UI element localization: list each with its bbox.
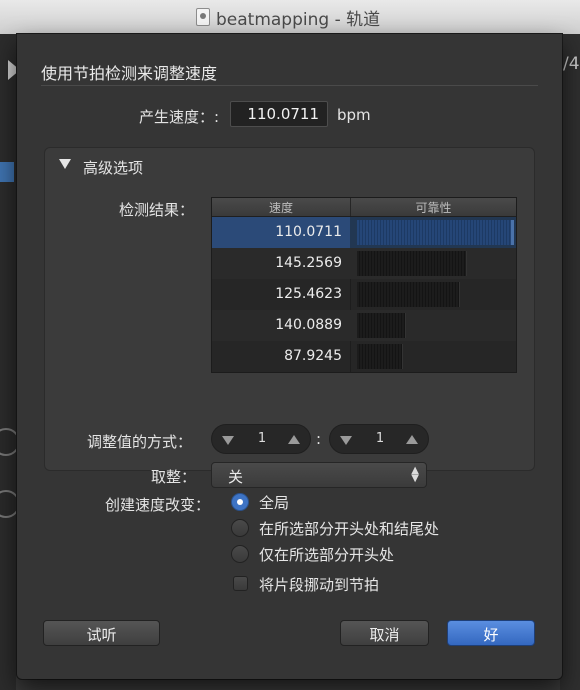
confidence-bar <box>357 313 406 338</box>
background-track-marker <box>0 162 14 182</box>
table-row[interactable]: 125.4623 <box>212 279 516 310</box>
increment-icon[interactable] <box>406 435 418 444</box>
rounding-value: 关 <box>228 468 244 486</box>
column-header-tempo[interactable]: 速度 <box>212 199 350 216</box>
table-row[interactable]: 140.0889 <box>212 310 516 341</box>
cancel-button[interactable]: 取消 <box>340 620 429 646</box>
decrement-icon[interactable] <box>222 436 234 445</box>
create-tempo-change-label: 创建速度改变： <box>105 496 211 514</box>
ratio-stepper-right[interactable]: 1 <box>329 424 429 454</box>
listen-button[interactable]: 试听 <box>43 620 160 646</box>
adjust-method-label: 调整值的方式： <box>87 433 193 451</box>
tempo-cell: 145.2569 <box>275 255 342 271</box>
tempo-cell: 125.4623 <box>275 286 342 302</box>
tempo-cell: 140.0889 <box>275 317 342 333</box>
confidence-bar <box>357 220 514 245</box>
radio-label: 在所选部分开头处和结尾处 <box>259 520 440 538</box>
radio-button-icon[interactable] <box>231 493 249 511</box>
window-title-group: beatmapping - 轨道 <box>196 5 381 30</box>
tempo-unit: bpm <box>337 106 371 124</box>
ratio-separator: : <box>316 430 322 448</box>
window-title: beatmapping - 轨道 <box>216 9 381 30</box>
stepper-value[interactable]: 1 <box>362 431 398 446</box>
checkbox-label: 将片段挪动到节拍 <box>259 576 380 594</box>
confidence-bar <box>357 344 403 369</box>
radio-button-icon[interactable] <box>231 519 249 537</box>
table-row[interactable]: 110.0711 <box>212 217 516 248</box>
popup-arrows-icon: ▲ ▼ <box>411 465 419 484</box>
detection-results-table: 速度 可靠性 110.0711 145.2569 125.4623 140.08… <box>211 197 517 373</box>
checkbox-icon[interactable] <box>233 576 248 591</box>
increment-icon[interactable] <box>288 435 300 444</box>
rounding-label: 取整： <box>151 468 197 486</box>
window-titlebar: beatmapping - 轨道 <box>0 0 580 35</box>
decrement-icon[interactable] <box>340 436 352 445</box>
radio-button-icon[interactable] <box>231 545 249 563</box>
background-right-panel <box>560 34 580 690</box>
document-icon <box>196 8 210 26</box>
tempo-field[interactable]: 110.0711 <box>230 101 328 127</box>
radio-label: 仅在所选部分开头处 <box>259 546 395 564</box>
ok-button[interactable]: 好 <box>447 620 535 646</box>
tempo-cell: 87.9245 <box>284 348 342 364</box>
table-row[interactable]: 145.2569 <box>212 248 516 279</box>
time-signature-peek: /4 <box>563 54 580 74</box>
rounding-popup[interactable]: 关 ▲ ▼ <box>211 462 427 488</box>
beat-detection-dialog: 使用节拍检测来调整速度 产生速度：: 110.0711 bpm 高级选项 检测结… <box>17 34 562 679</box>
radio-label: 全局 <box>259 494 290 512</box>
disclosure-triangle-icon[interactable] <box>59 159 71 169</box>
title-divider <box>41 85 538 86</box>
tempo-cell: 110.0711 <box>212 217 350 248</box>
tempo-label: 产生速度：: <box>139 108 220 126</box>
column-header-confidence[interactable]: 可靠性 <box>351 199 516 216</box>
detection-results-label: 检测结果： <box>119 201 195 219</box>
confidence-bar <box>357 251 468 276</box>
ratio-stepper-left[interactable]: 1 <box>211 424 311 454</box>
dialog-title: 使用节拍检测来调整速度 <box>41 64 218 83</box>
advanced-options-group: 高级选项 检测结果： 速度 可靠性 110.0711 145.2569 125.… <box>44 147 535 488</box>
table-row[interactable]: 87.9245 <box>212 341 516 372</box>
confidence-bar <box>357 282 460 307</box>
background-left-panel <box>0 34 16 690</box>
stepper-value[interactable]: 1 <box>244 431 280 446</box>
table-header: 速度 可靠性 <box>212 198 516 217</box>
advanced-options-title[interactable]: 高级选项 <box>83 157 143 178</box>
